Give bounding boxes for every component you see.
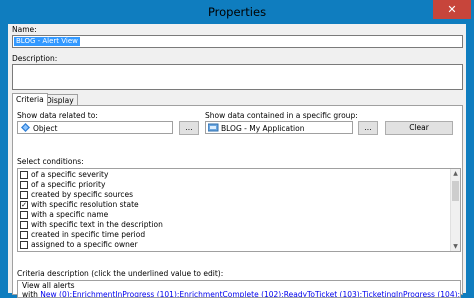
condition-label: created in specific time period <box>31 230 146 239</box>
condition-label: with specific resolution state <box>31 200 139 209</box>
condition-label: of a specific severity <box>31 170 109 179</box>
name-input[interactable]: BLOG - Alert View <box>12 35 463 48</box>
tab-criteria[interactable]: Criteria <box>12 93 48 106</box>
dialog-body: Name: BLOG - Alert View Description: Cri… <box>8 24 466 298</box>
scroll-up-icon[interactable]: ▲ <box>451 169 460 178</box>
description-label: Description: <box>12 54 58 63</box>
clear-button[interactable]: Clear <box>385 121 453 135</box>
related-value: Object <box>33 124 58 133</box>
scroll-thumb[interactable] <box>452 181 459 201</box>
criteria-description-box: View all alerts with New (0);EnrichmentI… <box>17 280 461 298</box>
condition-label: assigned to a specific owner <box>31 240 138 249</box>
object-icon <box>21 123 30 132</box>
checkbox-checked[interactable]: ✓ <box>20 201 28 209</box>
title-bar[interactable]: Properties ✕ <box>0 0 474 24</box>
condition-label: with a specific name <box>31 210 109 219</box>
resolution-state-link[interactable]: New (0);EnrichmentInProgress (101);Enric… <box>40 290 460 297</box>
checkbox[interactable] <box>20 191 28 199</box>
condition-label: created by specific sources <box>31 190 134 199</box>
checkbox[interactable] <box>20 231 28 239</box>
related-label: Show data related to: <box>17 111 98 120</box>
criteria-description-line2: with New (0);EnrichmentInProgress (101);… <box>22 290 460 298</box>
conditions-scrollbar[interactable]: ▲ ▼ <box>450 169 460 251</box>
checkbox[interactable] <box>20 171 28 179</box>
related-browse-button[interactable]: ... <box>179 121 199 135</box>
group-value: BLOG - My Application <box>221 124 305 133</box>
conditions-label: Select conditions: <box>17 157 84 166</box>
conditions-list[interactable]: of a specific severity of a specific pri… <box>17 168 461 252</box>
properties-window: Properties ✕ Name: BLOG - Alert View Des… <box>0 0 474 298</box>
close-button[interactable]: ✕ <box>433 0 471 19</box>
group-icon <box>208 123 219 132</box>
criteria-description-line1: View all alerts <box>22 281 75 290</box>
name-label: Name: <box>12 25 37 34</box>
name-value: BLOG - Alert View <box>14 37 80 46</box>
checkbox[interactable] <box>20 241 28 249</box>
scroll-down-icon[interactable]: ▼ <box>451 242 460 251</box>
group-label: Show data contained in a specific group: <box>205 111 358 120</box>
checkbox[interactable] <box>20 221 28 229</box>
description-input[interactable] <box>12 64 463 90</box>
checkbox[interactable] <box>20 211 28 219</box>
criteria-panel: Show data related to: Object ... Show da… <box>12 105 463 298</box>
criteria-with-prefix: with <box>22 290 41 298</box>
condition-label: of a specific priority <box>31 180 106 189</box>
checkbox[interactable] <box>20 181 28 189</box>
criteria-description-label: Criteria description (click the underlin… <box>17 269 224 278</box>
related-field[interactable]: Object <box>17 121 173 134</box>
condition-label: with specific text in the description <box>31 220 163 229</box>
window-title: Properties <box>207 5 267 19</box>
group-browse-button[interactable]: ... <box>358 121 378 135</box>
group-field[interactable]: BLOG - My Application <box>205 121 353 134</box>
